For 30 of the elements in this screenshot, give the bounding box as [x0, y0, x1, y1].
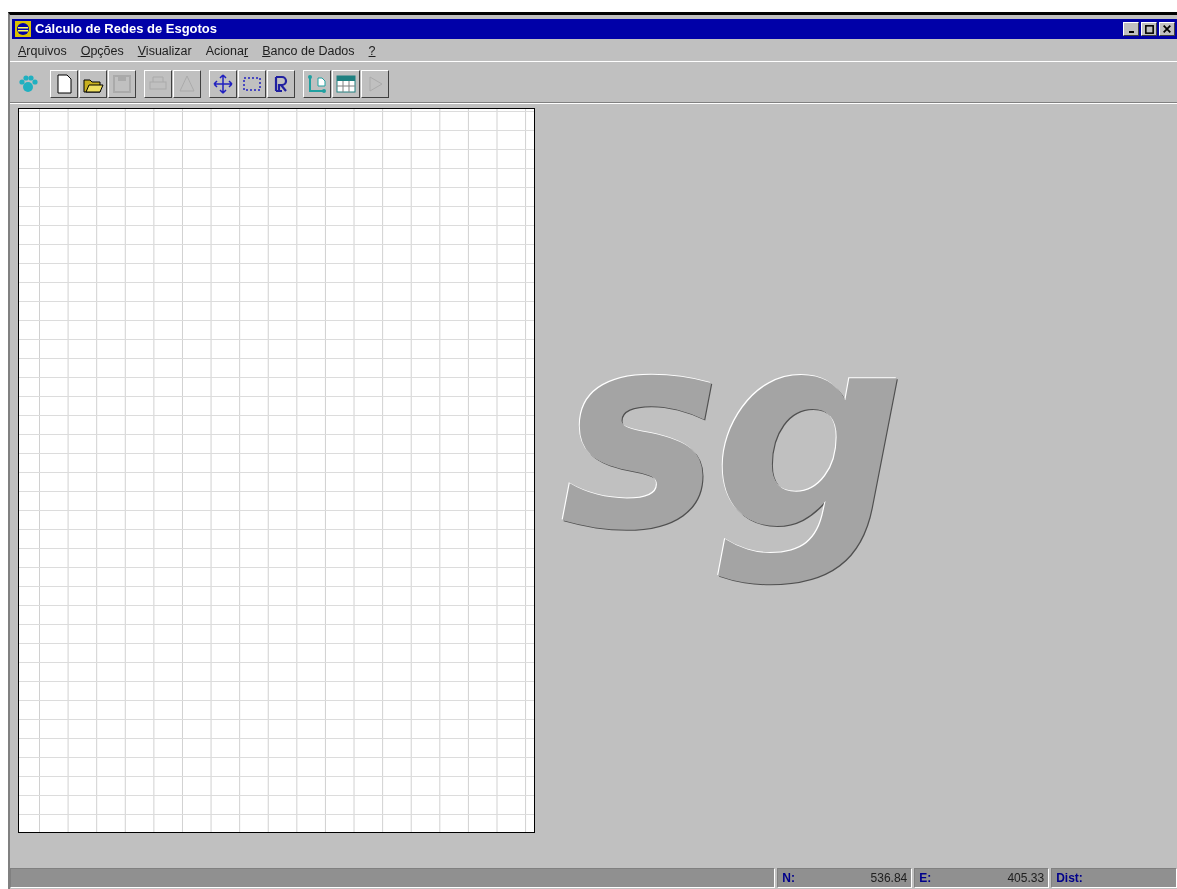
toolbar-button[interactable]	[238, 70, 266, 98]
toolbar-button[interactable]	[303, 70, 331, 98]
window-title: Cálculo de Redes de Esgotos	[35, 20, 219, 39]
status-label: N:	[782, 870, 795, 887]
menu-item[interactable]: Opções	[80, 42, 124, 58]
close-button[interactable]	[1159, 22, 1175, 36]
table-icon	[335, 73, 357, 95]
move-arrows-icon	[212, 73, 234, 95]
toolbar-button[interactable]	[79, 70, 107, 98]
network-icon	[306, 73, 328, 95]
menu-item[interactable]: Acionar	[205, 42, 249, 58]
toolbar-button[interactable]	[332, 70, 360, 98]
minimize-icon	[1128, 31, 1134, 33]
status-value: 536.84	[870, 870, 908, 887]
paw-icon	[17, 73, 39, 95]
toolbar-button[interactable]	[50, 70, 78, 98]
status-value: 405.33	[1007, 870, 1045, 887]
background-logo: sg	[559, 274, 899, 592]
minimize-button[interactable]	[1123, 22, 1139, 36]
menu-item[interactable]: Banco de Dados	[262, 42, 355, 58]
status-label: Dist:	[1056, 870, 1083, 887]
menu-item[interactable]: Arquivos	[18, 42, 67, 58]
maximize-button[interactable]	[1141, 22, 1157, 36]
menu-item[interactable]: Visualizar	[137, 42, 192, 58]
menu-item[interactable]: ?	[368, 42, 376, 58]
status-label: E:	[919, 870, 932, 887]
toolbar-button[interactable]	[267, 70, 295, 98]
toolbar-button[interactable]	[209, 70, 237, 98]
maximize-icon	[1144, 24, 1154, 34]
close-icon	[1163, 25, 1171, 33]
